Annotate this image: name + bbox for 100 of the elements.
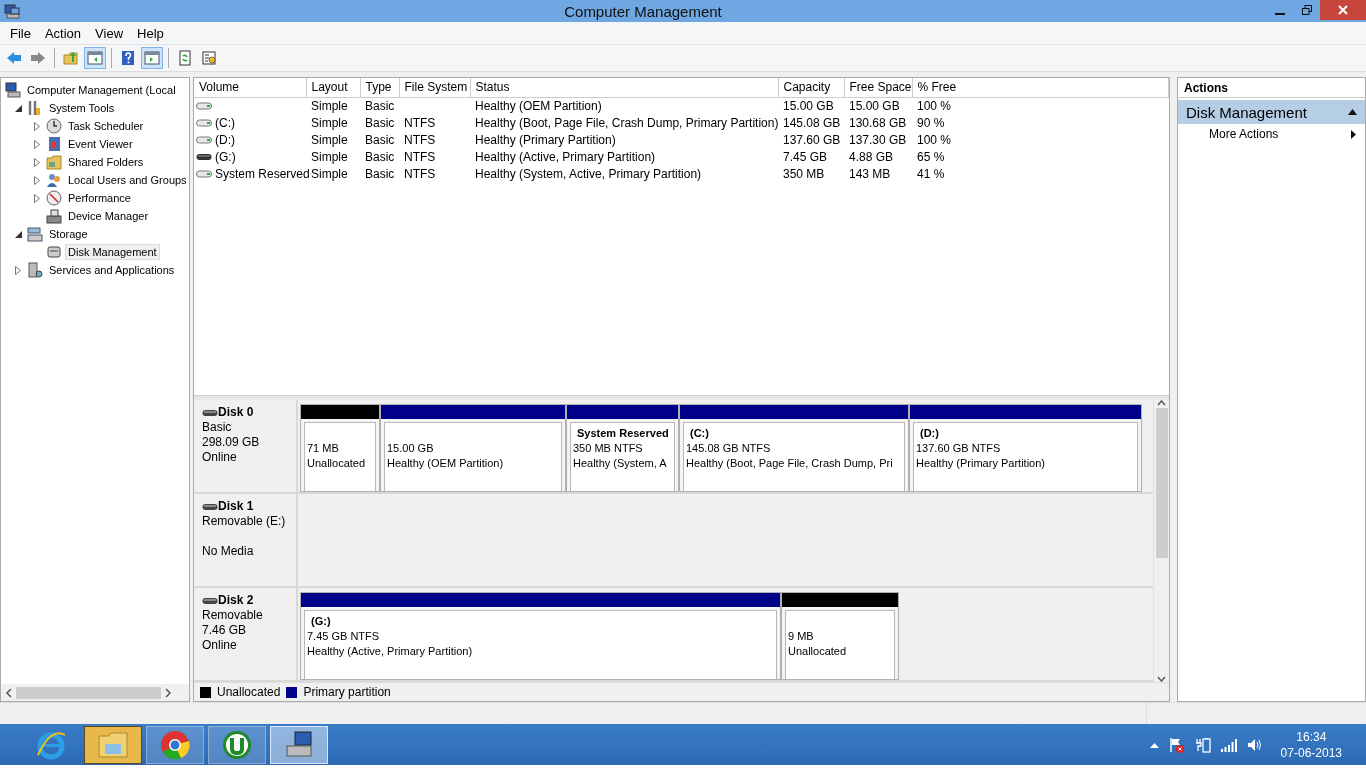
partition-block[interactable]: (G:) 7.45 GB NTFS Healthy (Active, Primary Partition)	[300, 592, 781, 680]
collapsed-triangle-icon[interactable]	[34, 193, 40, 203]
section-header[interactable]: Disk Management	[1178, 100, 1365, 124]
server-icon	[27, 262, 43, 278]
collapsed-triangle-icon[interactable]	[15, 265, 21, 275]
menu-item[interactable]: View	[88, 25, 131, 41]
tools-icon	[27, 100, 43, 116]
table-cell: 7.45 GB	[783, 150, 828, 164]
battery-plug-icon[interactable]	[1194, 736, 1211, 753]
tree-item[interactable]: Device Manager	[65, 208, 152, 224]
horizontal-scrollbar[interactable]	[1, 684, 189, 701]
table-cell: NTFS	[404, 133, 436, 147]
column-header[interactable]: Free Space	[844, 78, 912, 97]
partition-info: Unallocated	[307, 457, 367, 471]
column-header[interactable]: File System	[399, 78, 470, 97]
expanded-triangle-icon[interactable]	[14, 104, 22, 112]
disk-info: Basic	[202, 420, 233, 435]
tree-item[interactable]: Disk Management	[65, 244, 160, 260]
partition-info: 71 MB	[307, 442, 340, 456]
partition-block[interactable]: 9 MB Unallocated	[781, 592, 899, 680]
partition-info: 15.00 GB	[387, 442, 435, 456]
partition-info: 9 MB	[788, 630, 815, 644]
properties-icon	[201, 50, 217, 66]
help-icon	[120, 50, 136, 66]
table-cell: 145.08 GB	[783, 116, 841, 130]
mu-logo-icon	[221, 728, 253, 761]
partition-block[interactable]: System Reserved 350 MB NTFS Healthy (System, A	[566, 404, 679, 492]
close-icon	[1338, 5, 1348, 15]
column-header[interactable]: Capacity	[778, 78, 844, 97]
expanded-triangle-icon[interactable]	[14, 230, 22, 238]
column-header[interactable]: Layout	[306, 78, 360, 97]
partition-name: (C:)	[689, 427, 710, 441]
show-hidden-icons-icon[interactable]	[1149, 741, 1159, 748]
clock[interactable]: 16:34 07-06-2013	[1280, 728, 1342, 761]
table-cell: Basic	[365, 99, 395, 113]
column-header[interactable]: Volume	[194, 78, 306, 97]
column-header[interactable]: Status	[470, 78, 778, 97]
table-cell: Simple	[311, 133, 348, 147]
partition-block[interactable]: 15.00 GB Healthy (OEM Partition)	[380, 404, 566, 492]
collapsed-triangle-icon[interactable]	[34, 175, 40, 185]
partition-info: Healthy (System, A	[573, 457, 668, 471]
action-item[interactable]: More Actions	[1178, 124, 1365, 144]
column-header[interactable]: % Free	[912, 78, 1169, 97]
menu-item[interactable]: File	[3, 25, 38, 41]
table-cell: (G:)	[215, 150, 236, 164]
taskbar-app-button[interactable]	[84, 725, 142, 764]
table-cell: Basic	[365, 133, 395, 147]
partition-block[interactable]: (C:) 145.08 GB NTFS Healthy (Boot, Page File, Crash Dump, Pri	[679, 404, 909, 492]
collapsed-triangle-icon[interactable]	[34, 121, 40, 131]
disk-info: Removable (E:)	[202, 514, 287, 529]
flag-icon[interactable]	[1168, 736, 1185, 753]
partition-name: (G:)	[310, 615, 332, 629]
table-cell: 90 %	[917, 116, 945, 130]
actions-header: Actions	[1178, 78, 1365, 98]
table-cell: Simple	[311, 167, 348, 181]
tree-item[interactable]: Local Users and Groups	[65, 172, 189, 188]
table-cell: 130.68 GB	[849, 116, 907, 130]
column-header[interactable]: Type	[360, 78, 399, 97]
close-button[interactable]	[1320, 0, 1366, 20]
partition-info: Healthy (Active, Primary Partition)	[307, 645, 474, 659]
tree-item[interactable]: Services and Applications	[46, 262, 178, 278]
tree-item[interactable]: Computer Management (Local	[24, 82, 179, 98]
vertical-scrollbar[interactable]	[1153, 400, 1169, 682]
disk-name: Disk 2	[218, 593, 254, 608]
table-cell: 100 %	[917, 133, 952, 147]
submenu-arrow-icon	[1351, 129, 1356, 139]
collapsed-triangle-icon[interactable]	[34, 139, 40, 149]
tree-item[interactable]: Storage	[46, 226, 91, 242]
ring-logo-icon	[159, 728, 191, 761]
clock-date: 07-06-2013	[1280, 744, 1342, 761]
table-cell: Healthy (Primary Partition)	[475, 133, 616, 147]
tree-item[interactable]: Performance	[65, 190, 134, 206]
partition-block[interactable]: 71 MB Unallocated	[300, 404, 380, 492]
tree-item[interactable]: System Tools	[46, 100, 118, 116]
table-cell: 137.30 GB	[849, 133, 907, 147]
menu-item[interactable]: Help	[130, 25, 171, 41]
partition-info: 145.08 GB NTFS	[686, 442, 772, 456]
partition-block[interactable]: (D:) 137.60 GB NTFS Healthy (Primary Partition)	[909, 404, 1142, 492]
section-title: Disk Management	[1186, 103, 1307, 121]
table-cell: 65 %	[917, 150, 945, 164]
table-cell: 15.00 GB	[783, 99, 834, 113]
partition-info: 137.60 GB NTFS	[916, 442, 1002, 456]
partition-info: 7.45 GB NTFS	[307, 630, 381, 644]
menu-item[interactable]: Action	[37, 25, 89, 41]
disk-name: Disk 0	[218, 405, 254, 420]
legend-label: Unallocated	[217, 685, 281, 699]
collapse-triangle-icon[interactable]	[1348, 109, 1357, 115]
tree-item[interactable]: Task Scheduler	[65, 118, 147, 134]
toolbar-button[interactable]	[84, 47, 106, 69]
tree-item[interactable]: Event Viewer	[65, 136, 136, 152]
log-book-icon	[46, 136, 62, 152]
toolbar-button[interactable]	[141, 47, 163, 69]
action-label: More Actions	[1209, 127, 1279, 141]
table-cell: Simple	[311, 150, 348, 164]
tree-item[interactable]: Shared Folders	[65, 154, 147, 170]
signal-bars-icon[interactable]	[1220, 737, 1237, 752]
collapsed-triangle-icon[interactable]	[34, 157, 40, 167]
partition-info: Healthy (Primary Partition)	[916, 457, 1046, 471]
back-arrow-icon	[6, 50, 22, 66]
table-cell: System Reserved	[215, 167, 310, 181]
